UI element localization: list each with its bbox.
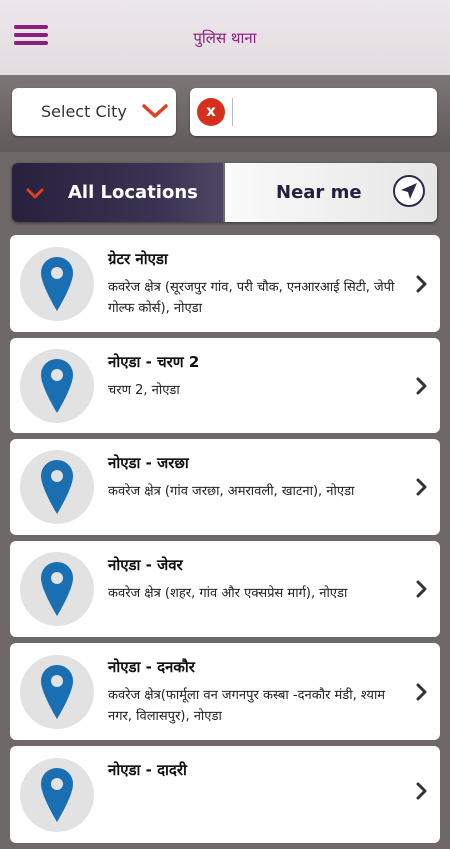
location-pin-icon	[20, 654, 94, 729]
chevron-down-icon	[26, 185, 44, 204]
location-subtitle: कवरेज क्षेत्र (सूरजपुर गांव, परी चौक, एन…	[108, 280, 395, 316]
location-title: नोएडा - दनकौर	[108, 658, 195, 676]
location-pin-icon	[20, 348, 94, 423]
app-header: पुलिस थाना	[0, 0, 450, 75]
city-select-label: Select City	[41, 102, 127, 121]
navigation-arrow-icon	[393, 175, 425, 207]
location-pin-icon	[20, 757, 94, 832]
location-pin-icon	[20, 552, 94, 626]
clear-search-button[interactable]: x	[197, 98, 225, 126]
location-pin-icon	[20, 450, 94, 524]
list-item[interactable]: नोएडा - जरछा कवरेज क्षेत्र (गांव जरछा, अ…	[10, 439, 440, 535]
location-list: ग्रेटर नोएडा कवरेज क्षेत्र (सूरजपुर गांव…	[10, 235, 440, 849]
location-subtitle: कवरेज क्षेत्र (गांव जरछा, अमरावली, खाटना…	[108, 484, 355, 499]
tab-near-me-label: Near me	[276, 182, 362, 203]
tab-all-locations-label: All Locations	[68, 182, 198, 203]
search-box: x	[190, 88, 437, 136]
location-title: नोएडा - जरछा	[108, 454, 189, 472]
search-divider	[232, 98, 233, 126]
chevron-right-icon	[416, 377, 428, 399]
chevron-right-icon	[416, 782, 428, 804]
chevron-right-icon	[416, 478, 428, 500]
location-title: ग्रेटर नोएडा	[108, 250, 168, 268]
location-subtitle: कवरेज क्षेत्र (शहर, गांव और एक्सप्रेस मा…	[108, 586, 348, 601]
page-title: पुलिस थाना	[193, 29, 257, 47]
list-item[interactable]: नोएडा - चरण 2 चरण 2, नोएडा	[10, 338, 440, 433]
location-title: नोएडा - चरण 2	[108, 353, 200, 371]
filter-toolbar: Select City x	[0, 75, 450, 152]
location-subtitle: कवरेज क्षेत्र(फार्मूला वन जगनपुर कस्बा -…	[108, 688, 386, 724]
location-pin-icon	[20, 246, 94, 321]
list-item[interactable]: नोएडा - दनकौर कवरेज क्षेत्र(फार्मूला वन …	[10, 643, 440, 740]
location-subtitle: चरण 2, नोएडा	[108, 383, 180, 398]
list-item[interactable]: नोएडा - दादरी	[10, 746, 440, 843]
location-title: नोएडा - जेवर	[108, 556, 183, 574]
chevron-right-icon	[416, 275, 428, 297]
city-select[interactable]: Select City	[12, 88, 176, 136]
list-item[interactable]: ग्रेटर नोएडा कवरेज क्षेत्र (सूरजपुर गांव…	[10, 235, 440, 332]
chevron-down-icon	[142, 103, 168, 123]
chevron-right-icon	[416, 683, 428, 705]
tab-all-locations[interactable]: All Locations	[12, 163, 223, 222]
search-input[interactable]	[238, 96, 432, 130]
tab-near-me[interactable]: Near me	[225, 163, 437, 222]
location-title: नोएडा - दादरी	[108, 761, 187, 779]
location-tabs: All Locations Near me	[12, 163, 437, 222]
chevron-right-icon	[416, 580, 428, 602]
list-item[interactable]: नोएडा - जेवर कवरेज क्षेत्र (शहर, गांव और…	[10, 541, 440, 637]
